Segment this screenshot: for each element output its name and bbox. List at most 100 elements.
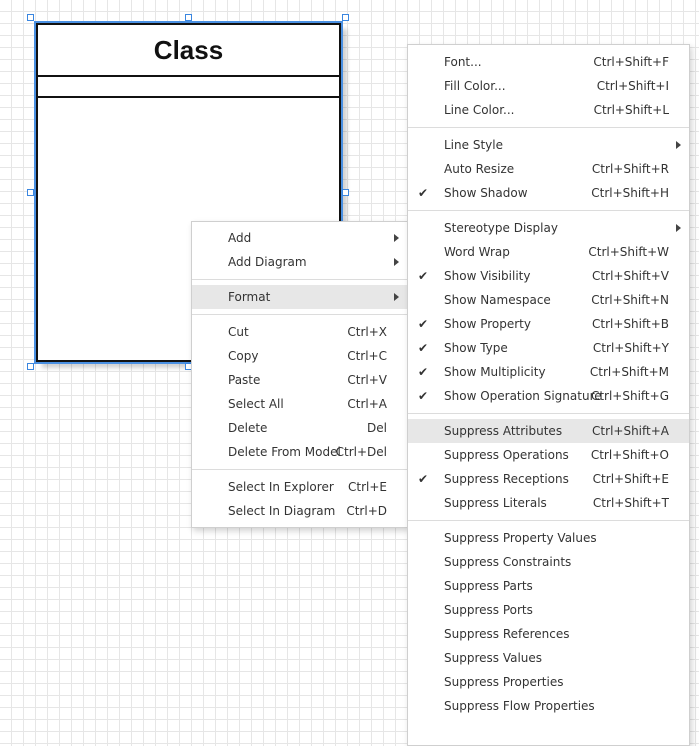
menu-item-auto-resize[interactable]: Auto Resize Ctrl+Shift+R — [408, 157, 689, 181]
menu-item-label: Show Multiplicity — [444, 365, 546, 379]
menu-item-suppress-references[interactable]: Suppress References — [408, 622, 689, 646]
menu-item-label: Select In Explorer — [228, 480, 334, 494]
menu-item-shortcut: Ctrl+Shift+B — [592, 317, 669, 331]
menu-item-line-color[interactable]: Line Color... Ctrl+Shift+L — [408, 98, 689, 122]
menu-item-suppress-literals[interactable]: Suppress Literals Ctrl+Shift+T — [408, 491, 689, 515]
menu-item-label: Show Namespace — [444, 293, 551, 307]
menu-separator — [408, 515, 689, 526]
check-icon: ✔ — [418, 341, 429, 355]
menu-item-label: Fill Color... — [444, 79, 506, 93]
menu-item-label: Show Visibility — [444, 269, 531, 283]
menu-item-shortcut: Del — [367, 421, 387, 435]
menu-item-add-diagram[interactable]: Add Diagram — [192, 250, 407, 274]
menu-item-show-visibility[interactable]: ✔ Show Visibility Ctrl+Shift+V — [408, 264, 689, 288]
check-icon: ✔ — [418, 186, 429, 200]
menu-separator — [192, 274, 407, 285]
menu-item-shortcut: Ctrl+Shift+O — [590, 448, 669, 462]
menu-item-word-wrap[interactable]: Word Wrap Ctrl+Shift+W — [408, 240, 689, 264]
menu-item-label: Delete — [228, 421, 268, 435]
menu-item-suppress-ports[interactable]: Suppress Ports — [408, 598, 689, 622]
menu-item-cut[interactable]: Cut Ctrl+X — [192, 320, 407, 344]
menu-item-show-property[interactable]: ✔ Show Property Ctrl+Shift+B — [408, 312, 689, 336]
menu-item-label: Copy — [228, 349, 259, 363]
submenu-arrow-icon — [394, 293, 399, 301]
menu-item-label: Add — [228, 231, 252, 245]
check-icon: ✔ — [418, 269, 429, 283]
resize-handle-bottom-left[interactable] — [27, 363, 34, 370]
menu-item-line-style[interactable]: Line Style — [408, 133, 689, 157]
menu-item-label: Font... — [444, 55, 482, 69]
menu-item-label: Line Style — [444, 138, 503, 152]
menu-item-label: Suppress Flow Properties — [444, 699, 595, 713]
menu-item-shortcut: Ctrl+Shift+Y — [592, 341, 669, 355]
menu-item-show-type[interactable]: ✔ Show Type Ctrl+Shift+Y — [408, 336, 689, 360]
menu-item-shortcut: Ctrl+Shift+H — [591, 186, 669, 200]
menu-item-font[interactable]: Font... Ctrl+Shift+F — [408, 50, 689, 74]
menu-item-suppress-properties[interactable]: Suppress Properties — [408, 670, 689, 694]
menu-item-label: Suppress Parts — [444, 579, 533, 593]
menu-item-select-in-diagram[interactable]: Select In Diagram Ctrl+D — [192, 499, 407, 523]
resize-handle-right[interactable] — [342, 189, 349, 196]
menu-item-shortcut: Ctrl+Shift+M — [589, 365, 669, 379]
menu-item-label: Auto Resize — [444, 162, 515, 176]
menu-item-copy[interactable]: Copy Ctrl+C — [192, 344, 407, 368]
menu-item-suppress-constraints[interactable]: Suppress Constraints — [408, 550, 689, 574]
menu-item-show-namespace[interactable]: Show Namespace Ctrl+Shift+N — [408, 288, 689, 312]
menu-item-show-multiplicity[interactable]: ✔ Show Multiplicity Ctrl+Shift+M — [408, 360, 689, 384]
menu-item-label: Show Property — [444, 317, 531, 331]
menu-separator — [408, 408, 689, 419]
menu-item-shortcut: Ctrl+A — [347, 397, 387, 411]
menu-item-shortcut: Ctrl+D — [346, 504, 387, 518]
menu-item-label: Show Operation Signature — [444, 389, 602, 403]
menu-item-label: Suppress Properties — [444, 675, 564, 689]
menu-item-shortcut: Ctrl+Shift+V — [592, 269, 669, 283]
submenu-arrow-icon — [676, 141, 681, 149]
class-name-compartment[interactable]: Class — [38, 25, 339, 77]
menu-item-suppress-operations[interactable]: Suppress Operations Ctrl+Shift+O — [408, 443, 689, 467]
menu-item-suppress-receptions[interactable]: ✔ Suppress Receptions Ctrl+Shift+E — [408, 467, 689, 491]
menu-item-delete[interactable]: Delete Del — [192, 416, 407, 440]
menu-item-shortcut: Ctrl+C — [347, 349, 387, 363]
menu-item-label: Suppress Receptions — [444, 472, 569, 486]
menu-item-label: Suppress Attributes — [444, 424, 563, 438]
menu-item-suppress-property-values[interactable]: Suppress Property Values — [408, 526, 689, 550]
resize-handle-top[interactable] — [185, 14, 192, 21]
menu-item-shortcut: Ctrl+Shift+R — [591, 162, 669, 176]
menu-item-shortcut: Ctrl+X — [347, 325, 387, 339]
menu-item-delete-from-model[interactable]: Delete From Model Ctrl+Del — [192, 440, 407, 464]
menu-item-show-operation-signature[interactable]: ✔ Show Operation Signature Ctrl+Shift+G — [408, 384, 689, 408]
menu-item-label: Cut — [228, 325, 249, 339]
menu-item-select-all[interactable]: Select All Ctrl+A — [192, 392, 407, 416]
check-icon: ✔ — [418, 389, 429, 403]
menu-item-label: Paste — [228, 373, 261, 387]
attributes-compartment[interactable] — [38, 77, 339, 98]
resize-handle-top-right[interactable] — [342, 14, 349, 21]
menu-item-shortcut: Ctrl+Shift+E — [592, 472, 669, 486]
menu-item-label: Delete From Model — [228, 445, 341, 459]
menu-item-add[interactable]: Add — [192, 226, 407, 250]
menu-item-paste[interactable]: Paste Ctrl+V — [192, 368, 407, 392]
submenu-arrow-icon — [394, 258, 399, 266]
menu-item-shortcut: Ctrl+Shift+N — [591, 293, 669, 307]
menu-item-label: Suppress Ports — [444, 603, 533, 617]
menu-item-label: Show Shadow — [444, 186, 528, 200]
menu-item-show-shadow[interactable]: ✔ Show Shadow Ctrl+Shift+H — [408, 181, 689, 205]
menu-item-suppress-flow-properties[interactable]: Suppress Flow Properties — [408, 694, 689, 718]
menu-item-select-in-explorer[interactable]: Select In Explorer Ctrl+E — [192, 475, 407, 499]
menu-separator — [408, 122, 689, 133]
resize-handle-left[interactable] — [27, 189, 34, 196]
menu-item-label: Suppress Property Values — [444, 531, 597, 545]
menu-item-suppress-parts[interactable]: Suppress Parts — [408, 574, 689, 598]
submenu-arrow-icon — [394, 234, 399, 242]
context-menu: Add Add Diagram Format Cut Ctrl+X Copy Ctrl+C P… — [191, 221, 408, 528]
check-icon: ✔ — [418, 472, 429, 486]
menu-item-suppress-attributes[interactable]: Suppress Attributes Ctrl+Shift+A — [408, 419, 689, 443]
menu-item-shortcut: Ctrl+Shift+A — [592, 424, 669, 438]
class-name-label: Class — [153, 34, 224, 65]
menu-item-stereotype-display[interactable]: Stereotype Display — [408, 216, 689, 240]
menu-item-format[interactable]: Format — [192, 285, 407, 309]
menu-item-suppress-values[interactable]: Suppress Values — [408, 646, 689, 670]
menu-item-fill-color[interactable]: Fill Color... Ctrl+Shift+I — [408, 74, 689, 98]
resize-handle-top-left[interactable] — [27, 14, 34, 21]
menu-item-label: Select All — [228, 397, 284, 411]
